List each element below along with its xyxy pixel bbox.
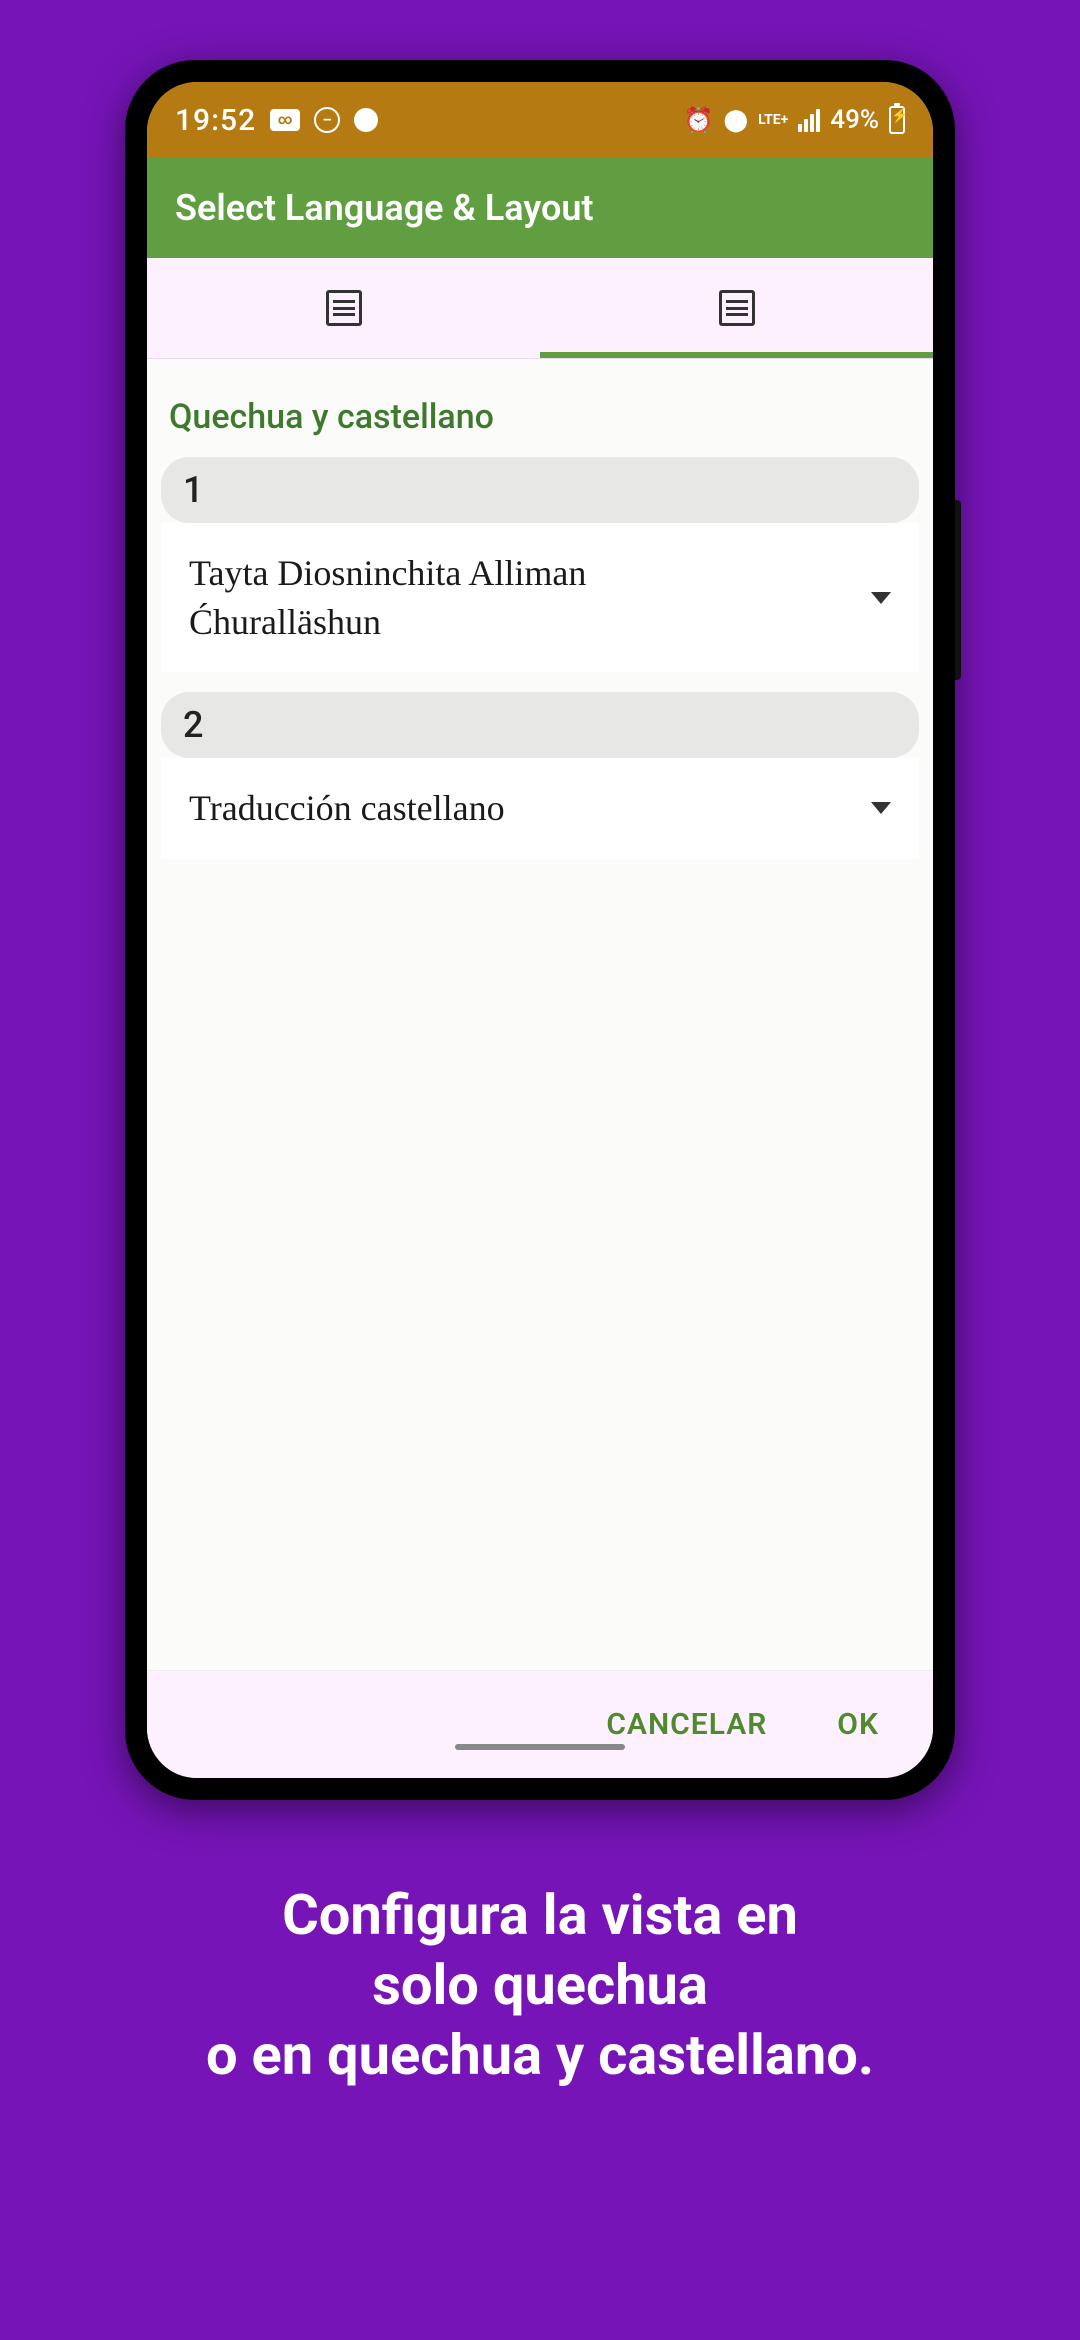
language-dropdown-1[interactable]: Tayta Diosninchita Alliman Ćhuralläshun [161,523,919,672]
chevron-down-icon [871,592,891,604]
vpn-icon: ∞ [270,109,300,131]
page-title: Select Language & Layout [175,187,594,229]
caption-line-2: solo quechua [206,1950,874,2020]
pane-label-2: 2 [161,692,919,758]
app-header: Select Language & Layout [147,158,933,258]
dropdown-1-value: Tayta Diosninchita Alliman Ćhuralläshun [189,549,786,646]
chevron-down-icon [871,802,891,814]
ok-button[interactable]: OK [837,1707,879,1742]
network-type-icon: LTE+ [758,113,788,127]
section-title: Quechua y castellano [161,389,919,457]
phone-screen: 19:52 ∞ − ⬤ LTE+ 49% Select Language & L… [147,82,933,1778]
tab-bar [147,258,933,359]
caption-line-3: o en quechua y castellano. [206,2020,874,2090]
dialog-footer: CANCELAR OK [147,1670,933,1778]
dnd-icon: − [314,107,340,133]
battery-icon [889,106,905,134]
notification-dot-icon [354,108,378,132]
battery-percent: 49% [830,105,879,135]
dropdown-2-value: Traducción castellano [189,784,505,833]
caption-line-1: Configura la vista en [206,1880,874,1950]
pane-label-1: 1 [161,457,919,523]
language-dropdown-2[interactable]: Traducción castellano [161,758,919,859]
status-time: 19:52 [175,103,256,138]
status-right: ⬤ LTE+ 49% [684,105,905,135]
content-area: Quechua y castellano 1 Tayta Diosninchit… [147,359,933,1670]
tab-dual-pane[interactable] [540,258,933,358]
phone-frame: 19:52 ∞ − ⬤ LTE+ 49% Select Language & L… [125,60,955,1800]
status-left: 19:52 ∞ − [175,103,378,138]
promo-caption: Configura la vista en solo quechua o en … [166,1880,914,2090]
cancel-button[interactable]: CANCELAR [606,1707,767,1742]
alarm-icon [684,105,714,135]
signal-icon [798,109,820,132]
nav-handle[interactable] [455,1744,625,1750]
single-pane-icon [326,290,362,326]
tab-single-pane[interactable] [147,258,540,358]
dual-pane-icon [719,290,755,326]
phone-side-button [955,500,961,680]
location-icon: ⬤ [723,108,748,133]
status-bar: 19:52 ∞ − ⬤ LTE+ 49% [147,82,933,158]
